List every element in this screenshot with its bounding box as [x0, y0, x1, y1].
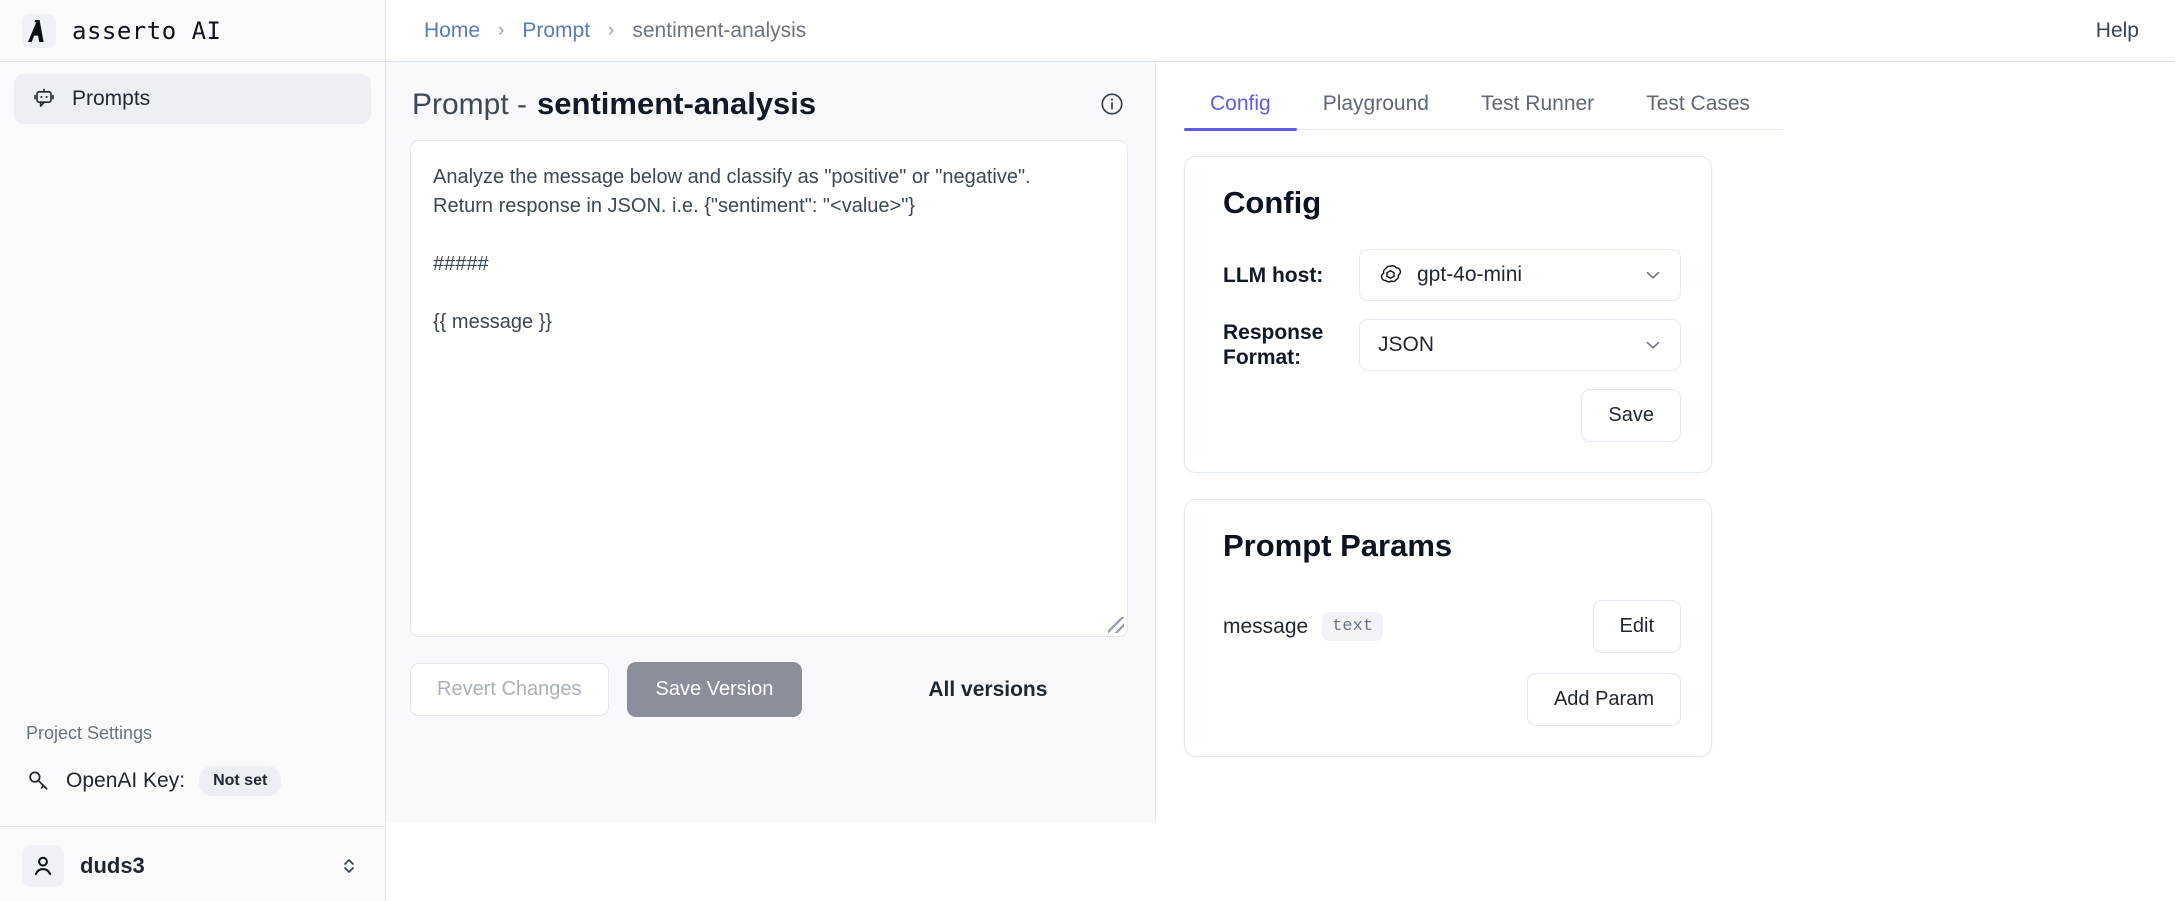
response-format-select[interactable]: JSON: [1359, 319, 1681, 371]
prompt-editor-panel: Prompt - sentiment-analysis Analyze the m…: [386, 62, 1156, 822]
info-circle-icon[interactable]: [1099, 91, 1125, 117]
page-title-name: sentiment-analysis: [537, 86, 817, 121]
param-row: message text Edit: [1223, 600, 1681, 653]
sidebar-item-prompts[interactable]: Prompts: [14, 74, 371, 124]
tab-test-cases[interactable]: Test Cases: [1620, 82, 1776, 130]
param-type-badge: text: [1322, 612, 1384, 641]
edit-param-button[interactable]: Edit: [1592, 600, 1681, 653]
breadcrumb-separator: ›: [608, 19, 615, 41]
chat-bot-icon: [32, 87, 56, 111]
chevron-down-icon[interactable]: [1642, 264, 1664, 286]
openai-key-status-badge: Not set: [199, 766, 282, 796]
brand-header[interactable]: asserto AI: [0, 0, 385, 62]
prompt-actions: Revert Changes Save Version All versions: [410, 662, 1128, 717]
config-card-title: Config: [1223, 185, 1322, 220]
prompt-title-row: Prompt - sentiment-analysis: [410, 86, 1129, 122]
openai-logo-icon: [1378, 263, 1403, 288]
breadcrumb-item-home[interactable]: Home: [424, 19, 480, 43]
project-settings-label: Project Settings: [26, 723, 153, 743]
revert-changes-button[interactable]: Revert Changes: [410, 663, 609, 716]
textarea-resize-handle[interactable]: [1108, 617, 1124, 633]
breadcrumb-item-prompt[interactable]: Prompt: [522, 19, 590, 43]
sidebar-footer: Project Settings OpenAI Key: Not set dud…: [0, 723, 385, 901]
config-save-row: Save: [1223, 389, 1681, 442]
response-format-label: Response Format:: [1223, 321, 1324, 369]
llm-host-select[interactable]: gpt-4o-mini: [1359, 249, 1681, 301]
openai-key-label: OpenAI Key:: [66, 769, 186, 792]
config-panel: Config Playground Test Runner Test Cases…: [1156, 62, 2175, 901]
chevron-down-icon[interactable]: [1642, 334, 1664, 356]
brand-name: asserto AI: [72, 16, 222, 45]
page-title: Prompt - sentiment-analysis: [412, 86, 816, 122]
page-title-prefix: Prompt -: [412, 88, 528, 121]
sidebar-nav: Prompts: [0, 62, 385, 723]
save-config-button[interactable]: Save: [1581, 389, 1681, 442]
asserto-a-logo-icon: [22, 13, 56, 48]
prompt-params-card: Prompt Params message text Edit Add Para…: [1184, 499, 1712, 757]
openai-key-row[interactable]: OpenAI Key: Not set: [0, 766, 385, 796]
prompt-textarea[interactable]: Analyze the message below and classify a…: [410, 140, 1128, 637]
sidebar: asserto AI Prompts Project Settings Open…: [0, 0, 386, 901]
llm-host-label: LLM host:: [1223, 263, 1324, 287]
help-link[interactable]: Help: [2096, 19, 2139, 43]
tab-test-runner[interactable]: Test Runner: [1455, 82, 1620, 130]
tab-playground[interactable]: Playground: [1297, 82, 1455, 130]
body-area: Prompt - sentiment-analysis Analyze the m…: [386, 62, 2175, 901]
user-name: duds3: [80, 853, 145, 878]
breadcrumb: Home › Prompt › sentiment-analysis: [424, 19, 806, 43]
prompt-params-card-title: Prompt Params: [1223, 528, 1453, 563]
app-root: asserto AI Prompts Project Settings Open…: [0, 0, 2175, 901]
user-avatar-icon: [22, 845, 64, 887]
param-name: message: [1223, 614, 1309, 638]
user-switcher[interactable]: duds3: [0, 826, 385, 887]
llm-host-value: gpt-4o-mini: [1417, 263, 1523, 286]
prompt-textarea-value: Analyze the message below and classify a…: [433, 166, 1031, 333]
add-param-row: Add Param: [1223, 673, 1681, 726]
tab-bar: Config Playground Test Runner Test Cases: [1184, 82, 1784, 131]
key-icon: [26, 768, 52, 794]
sidebar-item-label: Prompts: [72, 87, 151, 110]
save-version-button[interactable]: Save Version: [626, 662, 803, 717]
chevron-up-down-icon[interactable]: [339, 854, 359, 878]
tab-config[interactable]: Config: [1184, 82, 1297, 131]
llm-host-row: LLM host: gpt-4o-mini: [1223, 249, 1681, 301]
breadcrumb-item-current: sentiment-analysis: [632, 18, 807, 42]
breadcrumb-separator: ›: [498, 19, 505, 41]
response-format-row: Response Format: JSON: [1223, 319, 1681, 371]
right-region: Home › Prompt › sentiment-analysis Help …: [386, 0, 2175, 901]
all-versions-link[interactable]: All versions: [928, 678, 1047, 702]
add-param-button[interactable]: Add Param: [1526, 673, 1681, 726]
config-card: Config LLM host: gpt-4o-mini Response Fo…: [1184, 156, 1712, 473]
topbar: Home › Prompt › sentiment-analysis Help: [386, 0, 2175, 62]
response-format-value: JSON: [1378, 333, 1435, 356]
